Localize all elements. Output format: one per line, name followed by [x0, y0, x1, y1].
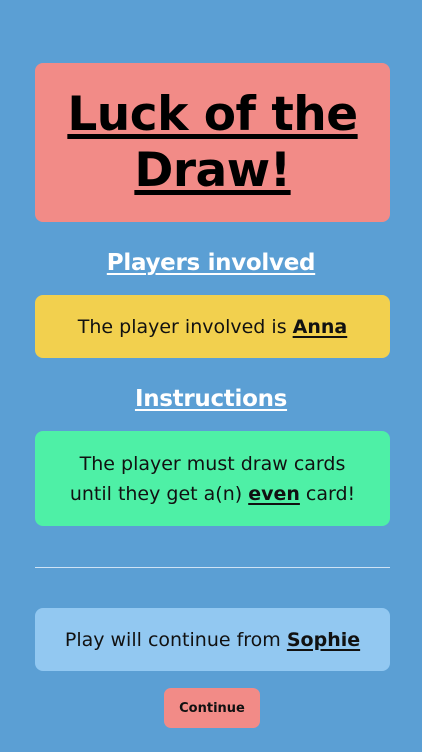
- continue-text: Play will continue from Sophie: [65, 629, 360, 651]
- card-type: even: [248, 482, 300, 505]
- divider: [35, 567, 390, 568]
- instructions-heading: Instructions: [134, 386, 288, 412]
- players-text-prefix: The player involved is: [77, 315, 293, 338]
- instructions-line1: The player must draw cards: [79, 452, 346, 475]
- continue-text-prefix: Play will continue from: [64, 628, 287, 651]
- continue-button[interactable]: Continue: [164, 688, 260, 728]
- player-name: Anna: [292, 315, 348, 338]
- continue-info-card: Play will continue from Sophie: [35, 608, 390, 671]
- instructions-line2-suffix: card!: [299, 482, 356, 505]
- next-player-name: Sophie: [286, 628, 361, 651]
- page-title: Luck of the Draw!: [67, 86, 358, 198]
- players-card: The player involved is Anna: [35, 295, 390, 358]
- players-text: The player involved is Anna: [78, 316, 347, 338]
- instructions-line2-prefix: until they get a(n): [69, 482, 249, 505]
- players-heading: Players involved: [106, 250, 316, 276]
- instructions-text: The player must draw cards until they ge…: [70, 449, 355, 509]
- instructions-card: The player must draw cards until they ge…: [35, 431, 390, 526]
- title-card: Luck of the Draw!: [35, 63, 390, 222]
